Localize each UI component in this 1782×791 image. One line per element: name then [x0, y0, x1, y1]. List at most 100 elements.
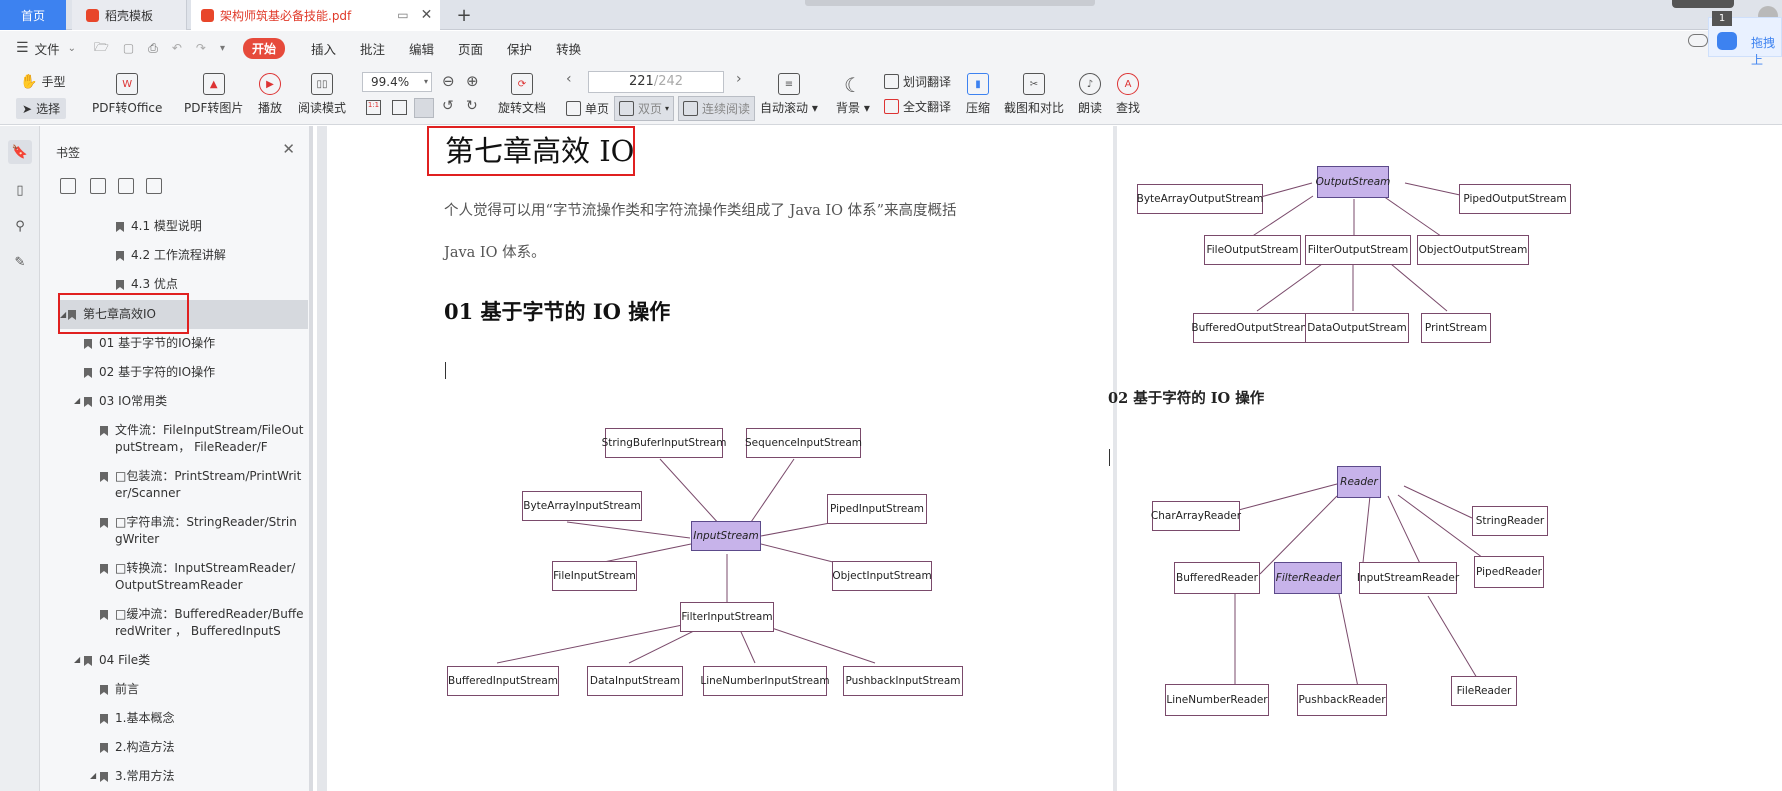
- bookmark-label: 04 File类: [99, 653, 151, 667]
- close-icon[interactable]: ✕: [282, 140, 295, 158]
- zoom-out-icon[interactable]: ⊖: [442, 72, 455, 90]
- uml-class: PushbackReader: [1297, 684, 1387, 716]
- bookmark-item[interactable]: 4.1 模型说明: [116, 218, 202, 235]
- bookmark-item[interactable]: 1.基本概念: [100, 710, 174, 727]
- zoom-select[interactable]: 99.4% ▾: [362, 72, 432, 92]
- bookmark-label: 文件流：FileInputStream/FileOutputStream， Fi…: [115, 423, 304, 454]
- prev-page-icon[interactable]: ‹: [566, 71, 572, 87]
- rotate-doc-button[interactable]: ⟳ 旋转文档: [498, 73, 546, 116]
- zoom-in-icon[interactable]: ⊕: [466, 72, 479, 90]
- menu-convert[interactable]: 转换: [556, 39, 581, 58]
- menu-protect[interactable]: 保护: [507, 39, 532, 58]
- menu-page[interactable]: 页面: [458, 39, 483, 58]
- auto-scroll-button[interactable]: ≡ 自动滚动 ▾: [760, 73, 818, 116]
- bookmark-item[interactable]: 前言: [100, 681, 139, 698]
- compare-button[interactable]: ✂ 截图和对比: [1004, 73, 1064, 116]
- bookmark-item[interactable]: □包装流：PrintStream/PrintWriter/Scanner: [100, 468, 304, 502]
- bookmark-item[interactable]: □字符串流：StringReader/StringWriter: [100, 514, 304, 548]
- bookmark-item[interactable]: 3.常用方法: [100, 768, 174, 785]
- more-icon[interactable]: ▾: [220, 43, 225, 54]
- hand-tool[interactable]: ✋ 手型: [20, 73, 65, 90]
- bookmark-panel: 书签 ✕ 4.1 模型说明 4.2 工作流程讲解 4.3 优点 ◢ 第七章高效I…: [40, 126, 313, 791]
- read-aloud-button[interactable]: ♪ 朗读: [1078, 73, 1102, 116]
- bookmark-item[interactable]: 04 File类: [84, 652, 150, 669]
- save-icon[interactable]: ▢: [123, 41, 134, 55]
- uml-class: PipedOutputStream: [1459, 184, 1571, 214]
- next-page-icon[interactable]: ›: [736, 71, 742, 87]
- actual-size-icon[interactable]: 1:1: [366, 100, 381, 115]
- new-tab-button[interactable]: +: [452, 0, 476, 30]
- collapse-triangle-icon[interactable]: ◢: [74, 396, 80, 405]
- bookmark-item[interactable]: 2.构造方法: [100, 739, 174, 756]
- open-icon[interactable]: 🗁: [94, 38, 109, 59]
- bookmark-item[interactable]: 4.2 工作流程讲解: [116, 247, 226, 264]
- uml-class: PipedReader: [1474, 556, 1544, 588]
- continuous-label: 连续阅读: [702, 102, 751, 116]
- screenshot-icon: ✂: [1023, 73, 1045, 95]
- uml-class: DataInputStream: [587, 666, 683, 696]
- background-button[interactable]: ☾ 背景 ▾: [836, 73, 870, 116]
- full-translate-button[interactable]: 全文翻译: [884, 98, 951, 115]
- menu-annotate[interactable]: 批注: [360, 39, 385, 58]
- menu-insert[interactable]: 插入: [311, 39, 336, 58]
- bookmark-label: 4.2 工作流程讲解: [131, 248, 226, 262]
- window-icon[interactable]: ▭: [397, 8, 408, 22]
- menu-file[interactable]: 文件: [35, 39, 60, 58]
- bookmark-item[interactable]: 03 IO常用类: [84, 393, 167, 410]
- continuous-read-button[interactable]: 连续阅读: [678, 96, 756, 121]
- add-bookmark-icon[interactable]: [118, 178, 134, 194]
- attachment-icon[interactable]: ⚲: [10, 216, 30, 236]
- rotate-right-icon[interactable]: ↻: [466, 98, 478, 114]
- pdf-to-office-button[interactable]: W PDF转Office: [92, 73, 162, 116]
- image-icon: ▲: [202, 73, 225, 95]
- read-mode-button[interactable]: ▯▯ 阅读模式: [298, 73, 346, 116]
- bookmark-icon[interactable]: 🔖: [8, 140, 32, 164]
- tab-home[interactable]: 首页: [0, 0, 66, 30]
- undo-icon[interactable]: ↶: [172, 41, 182, 55]
- close-icon[interactable]: ✕: [421, 7, 433, 23]
- collapse-triangle-icon[interactable]: ◢: [74, 655, 80, 664]
- signature-icon[interactable]: ✎: [10, 252, 30, 272]
- bookmark-item[interactable]: □转换流：InputStreamReader/OutputStreamReade…: [100, 560, 304, 594]
- bookmark-item[interactable]: 文件流：FileInputStream/FileOutputStream， Fi…: [100, 422, 304, 456]
- tab-templates[interactable]: 稻壳模板: [72, 0, 187, 30]
- word-translate-button[interactable]: 划词翻译: [884, 73, 951, 90]
- bookmark-item[interactable]: 4.3 优点: [116, 276, 178, 293]
- fit-page-icon[interactable]: [392, 100, 407, 115]
- compress-button[interactable]: ▮ 压缩: [966, 73, 990, 116]
- pdf-to-image-button[interactable]: ▲ PDF转图片: [184, 73, 243, 116]
- rotate-left-icon[interactable]: ↺: [442, 98, 454, 114]
- menu-edit[interactable]: 编辑: [409, 39, 434, 58]
- single-page-button[interactable]: 单页: [566, 100, 609, 117]
- tab-pdf-label: 架构师筑基必备技能.pdf: [220, 8, 352, 23]
- page-input[interactable]: 221/242: [588, 71, 724, 93]
- count-badge: 1: [1712, 11, 1732, 26]
- bookmark-item[interactable]: 02 基于字符的IO操作: [84, 364, 215, 381]
- collapse-triangle-icon[interactable]: ◢: [90, 771, 96, 780]
- thumbnail-icon[interactable]: ▯: [10, 180, 30, 200]
- expand-all-icon[interactable]: [60, 178, 76, 194]
- bookmark-item[interactable]: □缓冲流：BufferedReader/BufferedWriter ， Buf…: [100, 606, 304, 640]
- microphone-icon: ♪: [1079, 73, 1101, 95]
- hand-label: 手型: [41, 75, 66, 89]
- chevron-down-icon[interactable]: ⌄: [68, 43, 76, 54]
- fit-width-icon[interactable]: [414, 98, 434, 118]
- cloud-icon[interactable]: [1688, 34, 1708, 47]
- bookmark-item[interactable]: 01 基于字节的IO操作: [84, 335, 215, 352]
- menu-start[interactable]: 开始: [242, 37, 285, 59]
- upload-icon: [1717, 32, 1737, 50]
- bookmark-settings-icon[interactable]: [146, 178, 162, 194]
- document-view[interactable]: 第七章高效 IO 个人觉得可以用“字节流操作类和字符流操作类组成了 Java I…: [317, 126, 1782, 791]
- play-button[interactable]: ▶ 播放: [258, 73, 282, 116]
- find-button[interactable]: A 查找: [1116, 73, 1140, 116]
- print-icon[interactable]: ⎙: [148, 41, 158, 56]
- double-page-button[interactable]: 双页 ▾: [614, 96, 675, 121]
- redo-icon[interactable]: ↷: [196, 41, 206, 55]
- tab-pdf[interactable]: 架构师筑基必备技能.pdf ▭ ✕: [191, 0, 440, 30]
- uml-class: PrintStream: [1421, 313, 1491, 343]
- search-icon: A: [1117, 73, 1139, 95]
- select-tool[interactable]: ➤ 选择: [16, 98, 67, 119]
- menu-icon[interactable]: ☰: [16, 40, 29, 56]
- collapse-all-icon[interactable]: [90, 178, 106, 194]
- bookmark-label: □缓冲流：BufferedReader/BufferedWriter ， Buf…: [115, 607, 304, 638]
